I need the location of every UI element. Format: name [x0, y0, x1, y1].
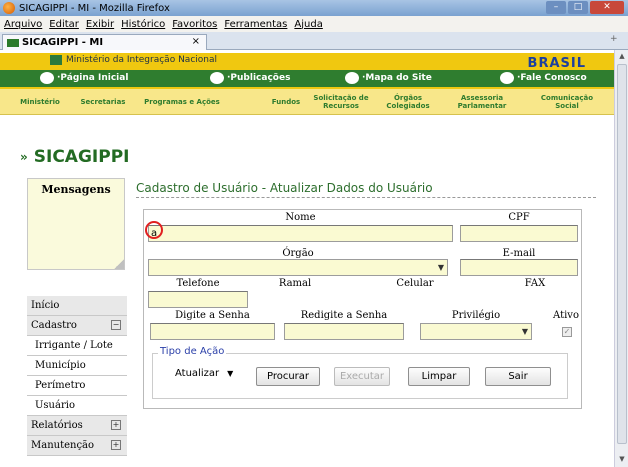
divider: [136, 197, 596, 198]
resize-handle-icon[interactable]: [114, 259, 124, 269]
firefox-icon: [3, 2, 15, 14]
label-ativo: Ativo: [553, 310, 579, 321]
label-celular: Celular: [396, 278, 434, 289]
menu-arquivo[interactable]: Arquivo: [4, 19, 42, 30]
chevron-icon: »: [20, 150, 28, 164]
label-orgao: Órgão: [282, 248, 314, 259]
brasil-logo: BRASIL: [527, 56, 586, 71]
sidebar-item-manutencao[interactable]: Manutenção +: [27, 436, 127, 456]
mail-icon: [500, 72, 514, 84]
dropdown-arrow-icon: ▼: [521, 327, 528, 336]
ativo-checkbox[interactable]: ✓: [562, 327, 572, 337]
nav-assessoria[interactable]: Assessoria Parlamentar: [447, 89, 517, 115]
home-icon: [40, 72, 54, 84]
label-ramal: Ramal: [278, 278, 312, 289]
expand-icon[interactable]: +: [111, 420, 121, 430]
sidebar-item-perimetro[interactable]: Perímetro: [27, 376, 127, 396]
vertical-scrollbar[interactable]: ▲ ▼: [614, 50, 628, 467]
scroll-thumb[interactable]: [617, 64, 627, 444]
scroll-up-icon[interactable]: ▲: [617, 52, 627, 62]
link-publicacoes[interactable]: ·Publicações: [210, 72, 290, 84]
label-email: E-mail: [502, 248, 536, 259]
sidebar-item-relatorios[interactable]: Relatórios +: [27, 416, 127, 436]
close-window-button[interactable]: ✕: [590, 1, 624, 14]
expand-icon[interactable]: +: [111, 440, 121, 450]
map-icon: [345, 72, 359, 84]
label-privilegio: Privilégio: [451, 310, 501, 321]
menu-exibir[interactable]: Exibir: [86, 19, 114, 30]
ministry-name[interactable]: Ministério da Integração Nacional: [66, 55, 217, 65]
menu-editar[interactable]: Editar: [49, 19, 79, 30]
privilegio-select[interactable]: ▼: [420, 323, 532, 340]
label-resenha: Redigite a Senha: [300, 310, 388, 321]
minimize-button[interactable]: –: [546, 1, 566, 14]
nav-secretarias[interactable]: Secretarias: [72, 89, 134, 115]
sidebar-item-municipio[interactable]: Município: [27, 356, 127, 376]
orgao-select[interactable]: ▼: [148, 259, 448, 276]
tab-label: SICAGIPPI - MI: [22, 37, 104, 48]
dropdown-arrow-icon: ▼: [437, 263, 444, 272]
resenha-input[interactable]: [284, 323, 404, 340]
link-pagina-inicial[interactable]: ·Página Inicial: [40, 72, 128, 84]
tab-sicagippi[interactable]: SICAGIPPI - MI ×: [2, 34, 207, 50]
window-title: SICAGIPPI - MI - Mozilla Firefox: [19, 2, 170, 14]
sair-button[interactable]: Sair: [485, 367, 551, 386]
cpf-input[interactable]: [460, 225, 578, 242]
menu-historico[interactable]: Histórico: [121, 19, 165, 30]
senha-input[interactable]: [150, 323, 275, 340]
action-select[interactable]: Atualizar ▼: [175, 368, 233, 379]
form-title: Cadastro de Usuário - Atualizar Dados do…: [136, 181, 433, 195]
sidebar-item-inicio[interactable]: Início: [27, 296, 127, 316]
telefone-input[interactable]: [148, 291, 248, 308]
ministry-logo-icon: [50, 55, 62, 65]
label-nome: Nome: [285, 212, 316, 223]
menu-ferramentas[interactable]: Ferramentas: [224, 19, 287, 30]
nav-programas[interactable]: Programas e Ações: [136, 89, 228, 115]
sidebar-item-irrigante[interactable]: Irrigante / Lote: [27, 336, 127, 356]
dropdown-arrow-icon: ▼: [227, 369, 234, 378]
book-icon: [210, 72, 224, 84]
action-select-value: Atualizar: [175, 368, 220, 379]
nome-input[interactable]: a: [148, 225, 453, 242]
nav-ministerio[interactable]: Ministério: [10, 89, 70, 115]
messages-panel: Mensagens: [27, 178, 125, 270]
menu-favoritos[interactable]: Favoritos: [172, 19, 217, 30]
nav-fundos[interactable]: Fundos: [264, 89, 308, 115]
sidebar-item-usuario[interactable]: Usuário: [27, 396, 127, 416]
window-titlebar: SICAGIPPI - MI - Mozilla Firefox – □ ✕: [0, 0, 628, 16]
label-cpf: CPF: [508, 212, 530, 223]
tab-close-icon[interactable]: ×: [192, 36, 200, 47]
tab-bar: SICAGIPPI - MI × +: [0, 32, 628, 50]
limpar-button[interactable]: Limpar: [408, 367, 470, 386]
link-mapa-do-site[interactable]: ·Mapa do Site: [345, 72, 432, 84]
menu-ajuda[interactable]: Ajuda: [294, 19, 322, 30]
nav-orgaos[interactable]: Órgãos Colegiados: [378, 89, 438, 115]
sidebar-menu: Início Cadastro − Irrigante / Lote Municí…: [27, 296, 127, 456]
label-fax: FAX: [524, 278, 546, 289]
nav-solicitacao[interactable]: Solicitação de Recursos: [310, 89, 372, 115]
link-fale-conosco[interactable]: ·Fale Conosco: [500, 72, 587, 84]
sidebar-item-cadastro[interactable]: Cadastro −: [27, 316, 127, 336]
action-legend: Tipo de Ação: [158, 346, 227, 357]
collapse-icon[interactable]: −: [111, 320, 121, 330]
new-tab-button[interactable]: +: [610, 34, 622, 46]
site-favicon: [7, 38, 19, 47]
browser-menubar: Arquivo Editar Exibir Histórico Favorito…: [0, 16, 628, 32]
procurar-button[interactable]: Procurar: [256, 367, 320, 386]
app-title: » SICAGIPPI: [20, 147, 130, 167]
maximize-button[interactable]: □: [568, 1, 588, 14]
scroll-down-icon[interactable]: ▼: [617, 455, 627, 465]
messages-title: Mensagens: [41, 183, 111, 196]
email-input[interactable]: [460, 259, 578, 276]
label-telefone: Telefone: [176, 278, 220, 289]
highlight-circle: [145, 221, 163, 239]
executar-button[interactable]: Executar: [334, 367, 390, 386]
app-title-text: SICAGIPPI: [33, 147, 130, 167]
label-senha: Digite a Senha: [175, 310, 250, 321]
nav-comunicacao[interactable]: Comunicação Social: [530, 89, 604, 115]
